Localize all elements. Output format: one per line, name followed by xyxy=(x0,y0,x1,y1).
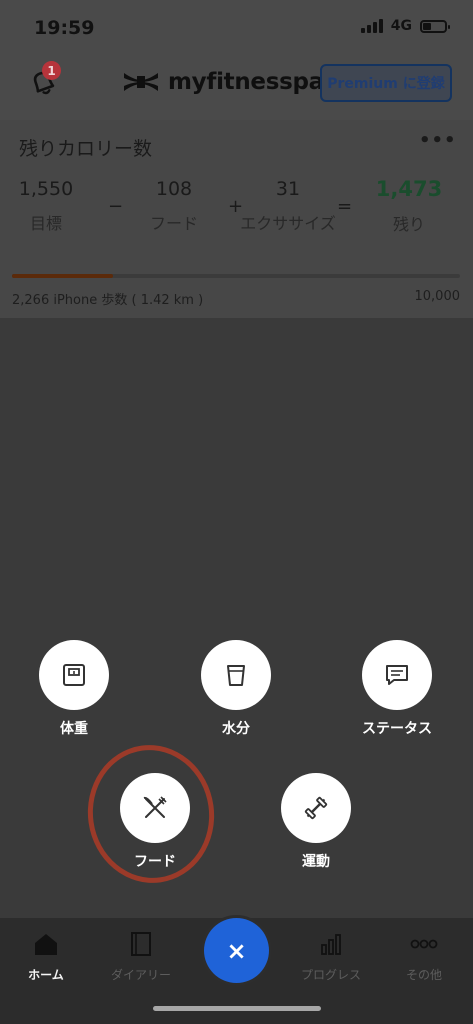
progress-chart-icon xyxy=(321,934,341,955)
water-button[interactable] xyxy=(201,640,271,710)
steps-goal: 10,000 xyxy=(414,289,461,304)
network-type: 4G xyxy=(390,18,412,34)
dumbbell-icon xyxy=(304,796,328,820)
food-value: 108 xyxy=(155,178,193,200)
under-armour-logo-icon xyxy=(124,73,158,91)
home-indicator[interactable] xyxy=(153,1006,321,1011)
remaining-label: 残り xyxy=(392,215,425,234)
tab-home[interactable]: ホーム xyxy=(6,930,86,983)
status-time: 19:59 xyxy=(34,17,95,39)
premium-signup-button[interactable]: Premium に登録 xyxy=(320,64,452,102)
goal-value: 1,550 xyxy=(18,178,74,200)
steps-progress-bar xyxy=(12,274,460,278)
exercise-button[interactable] xyxy=(281,773,351,843)
more-options-icon[interactable]: ••• xyxy=(419,130,457,151)
status-label: ステータス xyxy=(362,721,432,737)
exercise-value: 31 xyxy=(275,178,301,200)
goal-cell: 1,550 目標 xyxy=(6,178,86,234)
tab-more[interactable]: その他 xyxy=(384,930,464,983)
app-header: 1 myfitnesspal Premium に登録 xyxy=(0,55,473,113)
remaining-value: 1,473 xyxy=(375,177,443,201)
remaining-cell: 1,473 残り xyxy=(366,177,452,235)
tab-diary[interactable]: ダイアリー xyxy=(101,930,181,983)
status-bar: 19:59 4G xyxy=(0,0,473,50)
goal-label: 目標 xyxy=(29,214,62,233)
minus-operator: − xyxy=(108,196,124,217)
tab-progress[interactable]: プログレス xyxy=(291,930,371,983)
tab-more-label: その他 xyxy=(405,968,442,982)
exercise-label: エクササイズ xyxy=(240,214,336,233)
close-button[interactable]: × xyxy=(204,918,269,983)
status-button[interactable] xyxy=(362,640,432,710)
chat-bubble-icon xyxy=(386,665,408,685)
quick-action-status[interactable]: ステータス xyxy=(337,640,457,738)
calories-title: 残りカロリー数 xyxy=(19,138,153,160)
tab-progress-label: プログレス xyxy=(300,968,361,982)
food-label: フード xyxy=(149,214,198,233)
home-icon xyxy=(35,934,57,955)
battery-icon xyxy=(420,19,450,33)
quick-action-exercise[interactable]: 運動 xyxy=(256,773,376,871)
tab-diary-label: ダイアリー xyxy=(110,968,171,982)
steps-progress-fill xyxy=(12,274,114,278)
app-logo: myfitnesspal xyxy=(122,69,332,95)
glass-icon xyxy=(227,665,245,686)
calories-card[interactable]: 残りカロリー数 ••• 1,550 目標 − 108 フード + 31 エクササ… xyxy=(0,120,473,318)
exercise-cell: 31 エクササイズ xyxy=(232,178,344,234)
water-label: 水分 xyxy=(222,721,250,737)
diary-icon xyxy=(131,932,151,956)
notification-badge: 1 xyxy=(42,61,61,80)
equals-operator: = xyxy=(337,196,353,217)
weight-label: 体重 xyxy=(60,721,88,737)
signal-icon xyxy=(360,19,383,33)
quick-action-water[interactable]: 水分 xyxy=(176,640,296,738)
steps-text: 2,266 iPhone 歩数 ( 1.42 km ) xyxy=(12,293,204,308)
scale-icon xyxy=(63,664,85,686)
tab-home-label: ホーム xyxy=(28,968,64,982)
exercise-label: 運動 xyxy=(302,854,330,870)
food-cell: 108 フード xyxy=(134,178,214,234)
notification-button[interactable]: 1 xyxy=(26,61,62,101)
logo-text: myfitnesspal xyxy=(168,69,332,95)
weight-button[interactable] xyxy=(39,640,109,710)
quick-action-weight[interactable]: 体重 xyxy=(14,640,134,738)
more-icon xyxy=(410,939,438,949)
status-indicators: 4G xyxy=(360,18,450,34)
